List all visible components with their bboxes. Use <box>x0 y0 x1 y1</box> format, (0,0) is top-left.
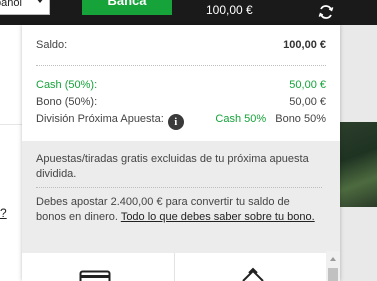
free-bets-note: Apuestas/tiradas gratis excluidas de tu … <box>36 153 309 180</box>
background-page-right <box>340 25 377 281</box>
scroll-thumb[interactable] <box>328 268 338 281</box>
background-link-fragment[interactable]: ? <box>0 206 7 220</box>
refresh-icon[interactable] <box>317 3 335 21</box>
division-label: División Próxima Apuesta: <box>36 113 164 125</box>
wagering-requirement: Debes apostar 2.400,00 € para convertir … <box>36 195 321 225</box>
saldo-label: Saldo: <box>36 39 68 51</box>
info-icon[interactable]: i <box>167 114 184 130</box>
language-select[interactable]: pañol <box>0 0 50 15</box>
scroll-up-arrow-icon[interactable] <box>330 257 336 261</box>
division-values: Cash 50% Bono 50% <box>215 113 326 125</box>
top-bar: pañol Banca 100,00 € <box>0 0 377 25</box>
gift-icon[interactable] <box>239 267 267 281</box>
background-divider <box>0 124 22 125</box>
division-row: División Próxima Apuesta: i Cash 50% Bono… <box>36 113 326 130</box>
cash-row: Cash (50%): 50,00 € <box>36 79 326 91</box>
language-select-value: pañol <box>0 0 22 9</box>
panel-scrollbar[interactable] <box>326 251 340 281</box>
bono-row: Bono (50%): 50,00 € <box>36 96 326 108</box>
saldo-row: Saldo: 100,00 € <box>36 39 326 51</box>
cash-value: 50,00 € <box>289 79 326 91</box>
background-photo <box>340 122 377 207</box>
bono-value: 50,00 € <box>289 96 326 108</box>
bono-label: Bono (50%): <box>36 96 98 108</box>
background-page-left: ? <box>0 25 22 281</box>
credit-card-icon[interactable] <box>79 270 111 281</box>
division-cash: Cash 50% <box>215 113 267 125</box>
tile-divider <box>174 253 175 281</box>
dotted-separator <box>36 187 322 188</box>
caret-down-icon <box>36 0 44 3</box>
bank-button[interactable]: Banca <box>82 0 172 15</box>
bonus-info-link[interactable]: Todo lo que debes saber sobre tu bono. <box>121 211 315 223</box>
saldo-value: 100,00 € <box>283 39 326 51</box>
dotted-separator <box>36 65 326 66</box>
balance-dropdown-panel: Saldo: 100,00 € Cash (50%): 50,00 € Bono… <box>22 25 340 281</box>
cash-label: Cash (50%): <box>36 79 98 91</box>
topbar-balance[interactable]: 100,00 € <box>206 3 253 17</box>
panel-action-tiles <box>22 253 340 281</box>
division-bono: Bono 50% <box>275 113 326 125</box>
bonus-info-section: Apuestas/tiradas gratis excluidas de tu … <box>22 141 340 253</box>
